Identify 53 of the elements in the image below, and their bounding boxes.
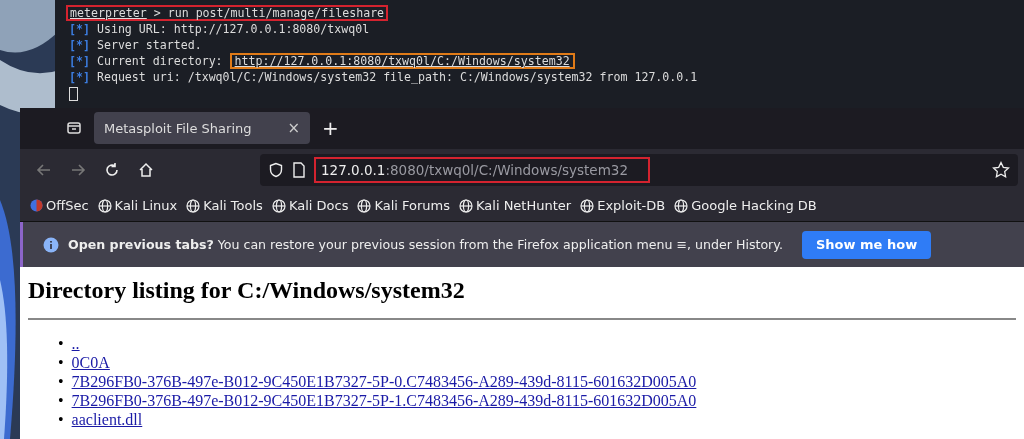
file-link[interactable]: 7B296FB0-376B-497e-B012-9C450E1B7327-5P-1.C7483456-A289-439d-8115-601632D005A0 (71, 391, 697, 410)
bookmark-item[interactable]: Kali Tools (186, 198, 263, 214)
terminal-line: Server started. (96, 37, 202, 53)
shield-icon[interactable] (268, 161, 284, 178)
bullet: • (58, 372, 64, 391)
url-text: 127.0.0.1:8080/txwq0l/C:/Windows/system32 (314, 156, 650, 183)
terminal-line: Request uri: /txwq0l/C:/Windows/system32 file_path: C:/Windows/system32 from 127.0.0.1 (96, 69, 698, 85)
tab-list-icon[interactable] (66, 120, 82, 137)
file-link[interactable]: aaclient.dll (71, 410, 143, 429)
globe-icon (580, 198, 595, 213)
globe-icon (186, 198, 201, 213)
new-tab-button[interactable]: + (322, 116, 339, 141)
terminal-prefix: [*] (69, 69, 90, 85)
file-link[interactable]: 0C0A (71, 353, 110, 372)
globe-icon (674, 198, 689, 213)
page-heading: Directory listing for C:/Windows/system32 (28, 277, 466, 304)
notification-text: Open previous tabs? You can restore your previous session from the Firefox application menu ≡, under History. (68, 237, 783, 253)
terminal-prefix: [*] (69, 37, 90, 53)
show-me-how-button[interactable]: Show me how (801, 230, 932, 259)
terminal-prefix: [*] (69, 53, 90, 69)
bullet: • (58, 391, 64, 410)
globe-icon (271, 198, 286, 213)
file-link[interactable]: .. (71, 334, 80, 353)
back-icon[interactable] (36, 161, 52, 178)
bullet: • (58, 410, 64, 429)
browser-tab[interactable]: Metasploit File Sharing × (94, 112, 310, 145)
terminal-command: meterpreter > run post/multi/manage/fileshare (66, 5, 389, 21)
terminal-line: Using URL: http://127.0.0.1:8080/txwq0l (96, 21, 370, 37)
bookmark-item[interactable]: Google Hacking DB (674, 198, 817, 214)
reload-icon[interactable] (104, 161, 120, 178)
file-link[interactable]: 7B296FB0-376B-497e-B012-9C450E1B7327-5P-0.C7483456-A289-439d-8115-601632D005A0 (71, 372, 697, 391)
bookmark-item[interactable]: Exploit-DB (580, 198, 666, 214)
globe-icon (357, 198, 372, 213)
bookmark-item[interactable]: Kali Linux (97, 198, 178, 214)
terminal-line: Current directory: (96, 53, 224, 69)
page-icon (292, 161, 306, 178)
info-icon (43, 236, 59, 253)
bookmark-item[interactable]: OffSec (30, 198, 89, 214)
close-icon[interactable]: × (287, 119, 300, 138)
globe-icon (97, 198, 112, 213)
terminal-link[interactable]: http://127.0.0.1:8080/txwq0l/C:/Windows/system32 (229, 53, 575, 69)
forward-icon[interactable] (70, 161, 86, 178)
bullet: • (58, 353, 64, 372)
home-icon[interactable] (138, 161, 154, 178)
offsec-logo-icon (30, 199, 43, 213)
globe-icon (459, 198, 474, 213)
bookmark-item[interactable]: Kali NetHunter (459, 198, 572, 214)
bookmark-item[interactable]: Kali Forums (357, 198, 451, 214)
bookmark-item[interactable]: Kali Docs (271, 198, 349, 214)
bullet: • (58, 334, 64, 353)
bookmark-star-icon[interactable] (992, 160, 1010, 179)
terminal-prefix: [*] (69, 21, 90, 37)
address-bar[interactable]: 127.0.0.1:8080/txwq0l/C:/Windows/system32 (260, 153, 1018, 186)
